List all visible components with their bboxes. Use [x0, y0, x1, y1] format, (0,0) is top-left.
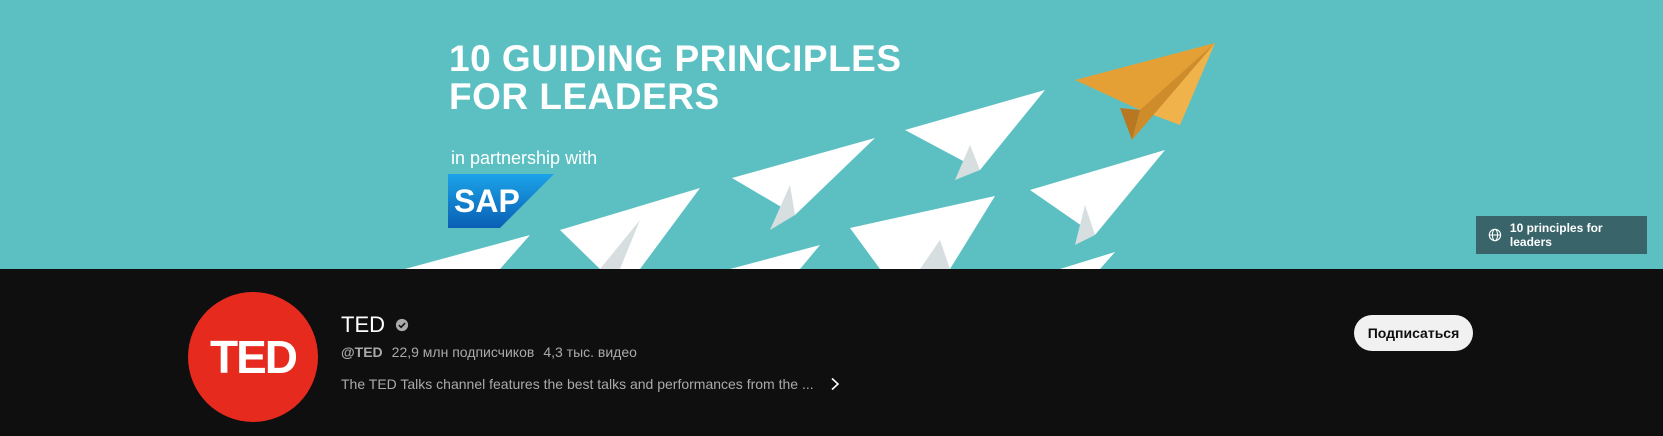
banner-headline: 10 GUIDING PRINCIPLES FOR LEADERS	[449, 40, 902, 116]
banner-headline-line2: FOR LEADERS	[449, 76, 720, 117]
channel-handle: @TED	[341, 344, 383, 360]
subscriber-count: 22,9 млн подписчиков	[391, 344, 535, 360]
sap-logo-text: SAP	[454, 183, 520, 219]
partner-text: in partnership with	[451, 148, 598, 168]
video-count: 4,3 тыс. видео	[543, 344, 637, 360]
avatar-logo-text: TED	[210, 331, 298, 383]
channel-name: TED	[341, 312, 385, 337]
banner-link[interactable]: 10 principles for leaders	[1476, 216, 1647, 254]
banner-headline-line1: 10 GUIDING PRINCIPLES	[449, 38, 902, 79]
channel-title-row: TED	[341, 312, 409, 338]
channel-banner: 10 GUIDING PRINCIPLES FOR LEADERS in par…	[0, 0, 1663, 269]
channel-avatar[interactable]: TED	[188, 292, 318, 422]
banner-link-label: 10 principles for leaders	[1509, 221, 1603, 249]
channel-meta: @TED 22,9 млн подписчиков 4,3 тыс. видео	[341, 344, 637, 360]
channel-description[interactable]: The TED Talks channel features the best …	[341, 376, 840, 392]
verified-check-icon	[395, 318, 409, 332]
chevron-right-icon	[831, 377, 839, 391]
sap-logo: SAP	[448, 174, 554, 228]
subscribe-button[interactable]: Подписаться	[1354, 315, 1473, 351]
orange-paper-plane	[1075, 43, 1215, 140]
channel-description-text: The TED Talks channel features the best …	[341, 376, 814, 392]
globe-icon	[1488, 228, 1502, 242]
